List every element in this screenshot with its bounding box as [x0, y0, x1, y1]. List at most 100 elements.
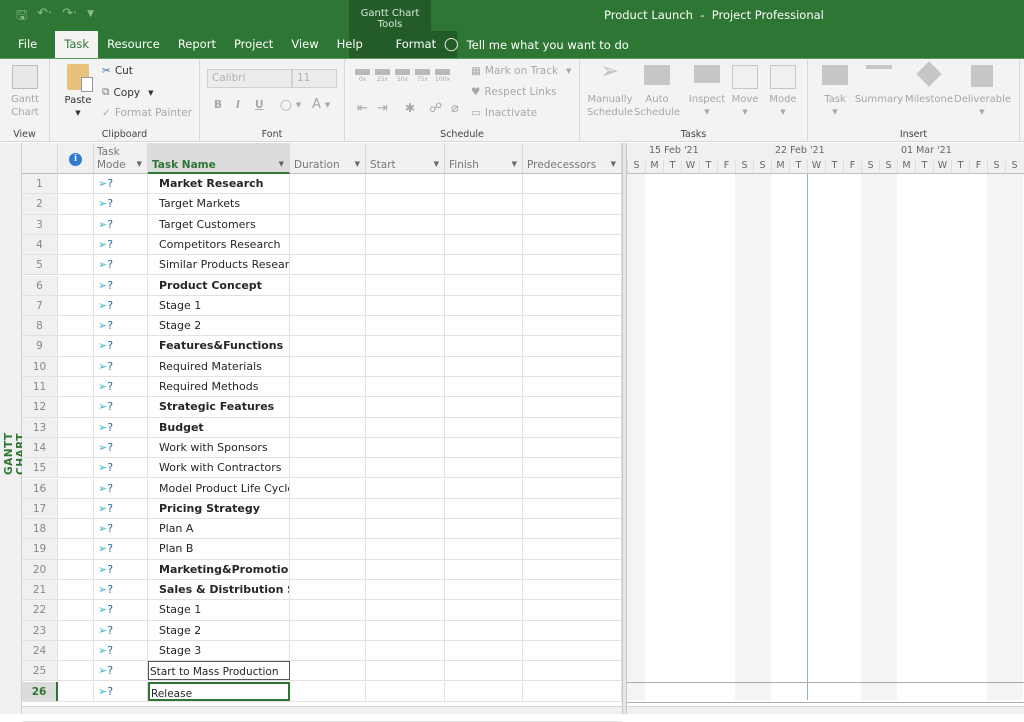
indicator-cell[interactable]	[58, 539, 94, 559]
task-name-cell[interactable]: Target Markets	[148, 194, 290, 214]
mark-on-track-button[interactable]: ▦ Mark on Track ▼	[471, 65, 571, 77]
duration-cell[interactable]	[290, 275, 366, 295]
row-id[interactable]: 13	[22, 417, 58, 437]
task-name-cell[interactable]: Market Research	[148, 174, 290, 194]
finish-cell[interactable]	[445, 316, 523, 336]
predecessors-cell[interactable]	[523, 377, 622, 397]
indicator-cell[interactable]	[58, 377, 94, 397]
duration-cell[interactable]	[290, 234, 366, 255]
redo-icon[interactable]: ↷⋅	[62, 6, 77, 28]
table-row[interactable]: 24 ➢? Stage 3	[22, 640, 622, 662]
start-cell[interactable]	[366, 539, 445, 559]
indicator-cell[interactable]	[58, 580, 94, 600]
finish-cell[interactable]	[445, 275, 523, 295]
finish-cell[interactable]	[445, 397, 523, 417]
finish-cell[interactable]	[445, 519, 523, 539]
duration-cell[interactable]	[290, 681, 366, 701]
task-name-cell[interactable]: Stage 1	[148, 600, 290, 620]
task-mode-cell[interactable]: ➢?	[94, 356, 148, 376]
predecessors-cell[interactable]	[523, 275, 622, 295]
dropdown-arrow-icon[interactable]: ▼	[279, 160, 284, 168]
duration-cell[interactable]	[290, 559, 366, 579]
indicator-cell[interactable]	[58, 417, 94, 437]
table-row[interactable]: 4 ➢? Competitors Research	[22, 234, 622, 256]
row-id[interactable]: 24	[22, 640, 58, 661]
task-mode-cell[interactable]: ➢?	[94, 437, 148, 458]
duration-cell[interactable]	[290, 174, 366, 194]
table-row[interactable]: 11 ➢? Required Methods	[22, 377, 622, 398]
row-id[interactable]: 16	[22, 478, 58, 498]
duration-cell[interactable]	[290, 620, 366, 640]
indicator-cell[interactable]	[58, 356, 94, 376]
task-mode-cell[interactable]: ➢?	[94, 234, 148, 255]
font-name-select[interactable]: Calibri	[207, 69, 292, 88]
predecessors-cell[interactable]	[523, 214, 622, 234]
start-cell[interactable]	[366, 498, 445, 519]
indicator-cell[interactable]	[58, 661, 94, 681]
finish-cell[interactable]	[445, 255, 523, 275]
indicator-cell[interactable]	[58, 458, 94, 478]
task-name-cell[interactable]: Required Methods	[148, 377, 290, 397]
indicator-cell[interactable]	[58, 174, 94, 194]
task-mode-cell[interactable]: ➢?	[94, 498, 148, 519]
duration-cell[interactable]	[290, 519, 366, 539]
predecessors-cell[interactable]	[523, 174, 622, 194]
tell-me-box[interactable]: ◯ Tell me what you want to do	[444, 37, 629, 52]
start-cell[interactable]	[366, 580, 445, 600]
insert-task-button[interactable]: Task ▼	[818, 65, 852, 119]
finish-cell[interactable]	[445, 214, 523, 234]
duration-cell[interactable]	[290, 397, 366, 417]
predecessors-cell[interactable]	[523, 640, 622, 661]
predecessors-cell[interactable]	[523, 559, 622, 579]
row-id[interactable]: 9	[22, 336, 58, 356]
row-id[interactable]: 7	[22, 295, 58, 316]
sheet-horizontal-scrollbar[interactable]	[22, 706, 622, 714]
undo-icon[interactable]: ↶⋅	[37, 6, 52, 28]
task-name-cell[interactable]: Product Concept	[148, 275, 290, 295]
respect-links-button[interactable]: ♥ Respect Links	[471, 86, 557, 98]
task-name-cell[interactable]: Plan B	[148, 539, 290, 559]
predecessors-cell[interactable]	[523, 580, 622, 600]
start-cell[interactable]	[366, 478, 445, 498]
insert-deliverable-button[interactable]: Deliverable ▼	[954, 65, 1011, 119]
task-mode-cell[interactable]: ➢?	[94, 377, 148, 397]
task-mode-cell[interactable]: ➢?	[94, 336, 148, 356]
start-cell[interactable]	[366, 214, 445, 234]
percent-complete-0x-button[interactable]: 0x	[355, 69, 370, 83]
table-row[interactable]: 25 ➢? Start to Mass Production	[22, 661, 622, 682]
indicator-cell[interactable]	[58, 498, 94, 519]
predecessors-cell[interactable]	[523, 600, 622, 620]
duration-cell[interactable]	[290, 336, 366, 356]
finish-cell[interactable]	[445, 234, 523, 255]
table-row[interactable]: 22 ➢? Stage 1	[22, 600, 622, 621]
indicator-cell[interactable]	[58, 397, 94, 417]
task-mode-cell[interactable]: ➢?	[94, 519, 148, 539]
finish-cell[interactable]	[445, 174, 523, 194]
row-id[interactable]: 3	[22, 214, 58, 234]
move-button[interactable]: Move ▼	[728, 65, 762, 119]
row-id[interactable]: 8	[22, 316, 58, 336]
header-finish[interactable]: Finish ▼	[445, 143, 523, 174]
indicator-cell[interactable]	[58, 316, 94, 336]
row-id[interactable]: 20	[22, 559, 58, 579]
task-mode-cell[interactable]: ➢?	[94, 600, 148, 620]
task-name-cell[interactable]: Stage 2	[148, 316, 290, 336]
percent-complete-100x-button[interactable]: 100x	[435, 69, 450, 83]
header-start[interactable]: Start ▼	[366, 143, 445, 174]
percent-complete-75x-button[interactable]: 75x	[415, 69, 430, 83]
task-name-cell[interactable]: Target Customers	[148, 214, 290, 234]
predecessors-cell[interactable]	[523, 356, 622, 376]
insert-summary-button[interactable]: Summary	[854, 65, 904, 106]
start-cell[interactable]	[366, 620, 445, 640]
header-predecessors[interactable]: Predecessors ▼	[523, 143, 622, 174]
duration-cell[interactable]	[290, 478, 366, 498]
task-name-cell[interactable]: Budget	[148, 417, 290, 437]
duration-cell[interactable]	[290, 661, 366, 681]
paste-button[interactable]: Paste ▼	[62, 64, 94, 120]
finish-cell[interactable]	[445, 336, 523, 356]
dropdown-arrow-icon[interactable]: ▼	[434, 160, 439, 168]
predecessors-cell[interactable]	[523, 295, 622, 316]
table-row[interactable]: 13 ➢? Budget	[22, 417, 622, 438]
duration-cell[interactable]	[290, 640, 366, 661]
duration-cell[interactable]	[290, 316, 366, 336]
